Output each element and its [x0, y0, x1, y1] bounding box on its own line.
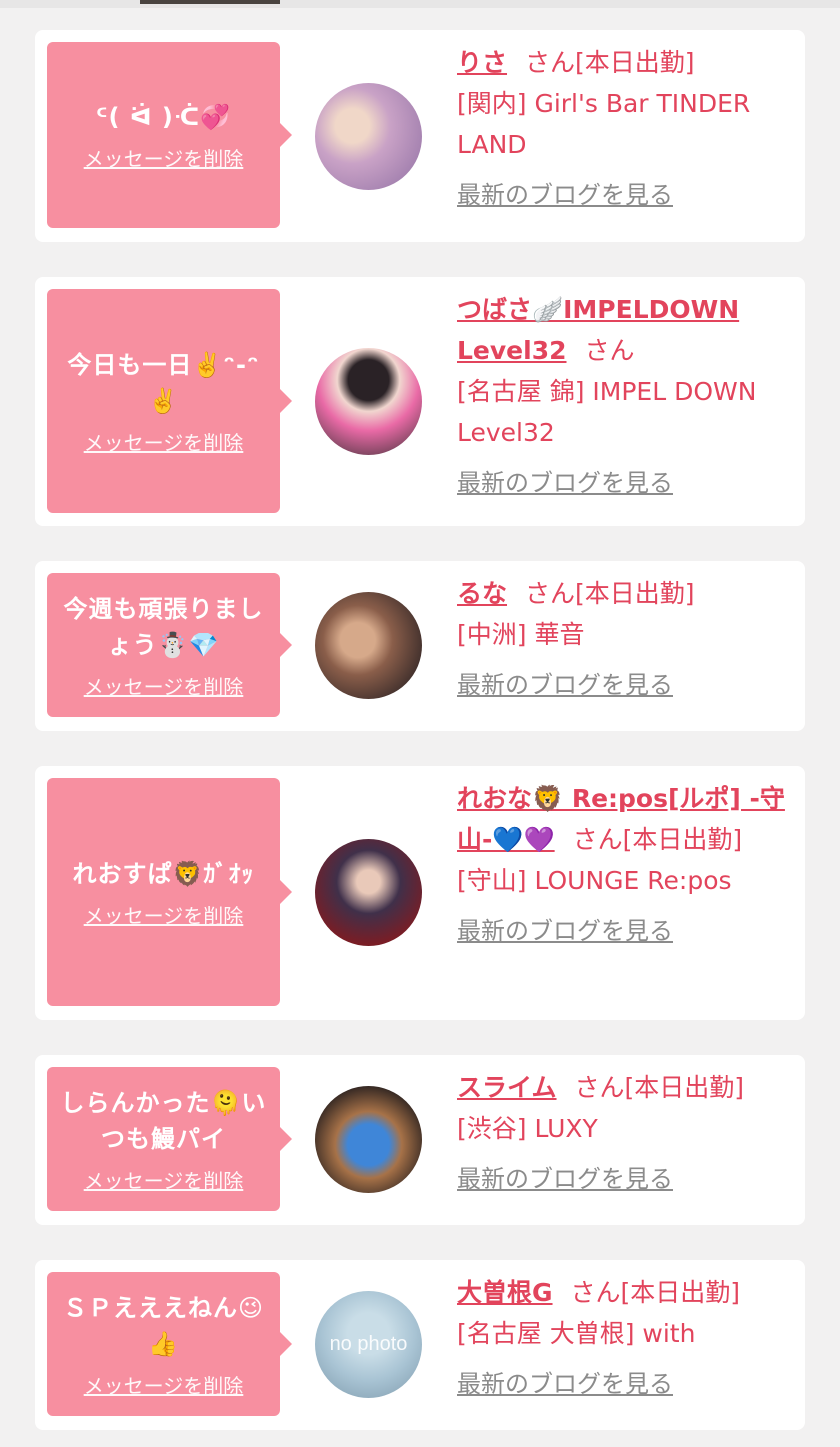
active-tab-indicator: [140, 0, 280, 4]
latest-blog-link[interactable]: 最新のブログを見る: [457, 665, 787, 706]
message-bubble: しらんかった🫠いつも鰻パイ メッセージを削除: [47, 1067, 292, 1211]
message-card: しらんかった🫠いつも鰻パイ メッセージを削除 スライム さん[本日出勤] [渋谷]…: [35, 1055, 805, 1225]
message-text: 今日も一日✌️ᵔ-ᵔ✌️: [67, 350, 260, 415]
message-bubble: れおすぱ🦁ｶﾞｵｯ メッセージを削除: [47, 778, 292, 1006]
avatar[interactable]: [315, 839, 422, 946]
message-card: 今週も頑張りましょう☃️💎 メッセージを削除 るな さん[本日出勤] [中洲] 華…: [35, 561, 805, 731]
message-text: ＳＰえええねん😉👍: [62, 1293, 265, 1358]
honorific-status: さん[本日出勤]: [525, 48, 695, 77]
message-text: ᑦ( ᐛ )ᑣ💞: [95, 102, 232, 131]
profile-info: 大曽根G さん[本日出勤] [名古屋 大曽根] with 最新のブログを見る: [457, 1272, 787, 1405]
avatar[interactable]: no photo: [315, 1291, 422, 1398]
profile-info: るな さん[本日出勤] [中洲] 華音 最新のブログを見る: [457, 573, 787, 706]
shop-location: [渋谷] LUXY: [457, 1114, 598, 1143]
honorific-status: さん[本日出勤]: [572, 825, 743, 854]
shop-location: [守山] LOUNGE Re:pos: [457, 866, 732, 895]
avatar[interactable]: [315, 348, 422, 455]
message-bubble: ᑦ( ᐛ )ᑣ💞 メッセージを削除: [47, 42, 292, 228]
delete-message-link[interactable]: メッセージを削除: [84, 143, 244, 172]
profile-info: りさ さん[本日出勤] [関内] Girl's Bar TINDER LAND 最…: [457, 42, 787, 216]
profile-info: れおな🦁 Re:pos[ルポ] -守山-💙💜 さん[本日出勤] [守山] LOUN…: [457, 778, 787, 952]
shop-location: [名古屋 大曽根] with: [457, 1319, 696, 1348]
avatar[interactable]: [315, 83, 422, 190]
shop-location: [中洲] 華音: [457, 620, 585, 649]
message-card: 今日も一日✌️ᵔ-ᵔ✌️ メッセージを削除 つばさ🪽IMPELDOWN Leve…: [35, 277, 805, 526]
profile-info: スライム さん[本日出勤] [渋谷] LUXY 最新のブログを見る: [457, 1067, 787, 1200]
delete-message-link[interactable]: メッセージを削除: [84, 1165, 244, 1194]
message-card: れおすぱ🦁ｶﾞｵｯ メッセージを削除 れおな🦁 Re:pos[ルポ] -守山-💙…: [35, 766, 805, 1020]
no-photo-label: no photo: [329, 1333, 408, 1355]
delete-message-link[interactable]: メッセージを削除: [84, 900, 244, 929]
message-bubble: ＳＰえええねん😉👍 メッセージを削除: [47, 1272, 292, 1416]
honorific-status: さん[本日出勤]: [574, 1073, 745, 1102]
shop-location: [関内] Girl's Bar TINDER LAND: [457, 89, 751, 159]
delete-message-link[interactable]: メッセージを削除: [84, 1370, 244, 1399]
profile-name-link[interactable]: るな: [457, 579, 507, 608]
profile-name-link[interactable]: りさ: [457, 48, 507, 77]
message-text: 今週も頑張りましょう☃️💎: [63, 594, 264, 659]
message-bubble: 今週も頑張りましょう☃️💎 メッセージを削除: [47, 573, 292, 717]
message-card: ＳＰえええねん😉👍 メッセージを削除 no photo 大曽根G さん[本日出勤]…: [35, 1260, 805, 1430]
shop-location: [名古屋 錦] IMPEL DOWN Level32: [457, 377, 757, 447]
latest-blog-link[interactable]: 最新のブログを見る: [457, 1159, 787, 1200]
avatar[interactable]: [315, 1086, 422, 1193]
message-text: れおすぱ🦁ｶﾞｵｯ: [72, 859, 255, 888]
latest-blog-link[interactable]: 最新のブログを見る: [457, 911, 787, 952]
avatar[interactable]: [315, 592, 422, 699]
latest-blog-link[interactable]: 最新のブログを見る: [457, 463, 787, 504]
message-text: しらんかった🫠いつも鰻パイ: [60, 1088, 267, 1153]
profile-name-link[interactable]: スライム: [457, 1073, 557, 1102]
honorific-status: さん: [584, 336, 635, 365]
honorific-status: さん[本日出勤]: [525, 579, 695, 608]
latest-blog-link[interactable]: 最新のブログを見る: [457, 1364, 787, 1405]
profile-name-link[interactable]: 大曽根G: [457, 1278, 553, 1307]
message-card: ᑦ( ᐛ )ᑣ💞 メッセージを削除 りさ さん[本日出勤] [関内] Girl's…: [35, 30, 805, 242]
honorific-status: さん[本日出勤]: [570, 1278, 741, 1307]
message-bubble: 今日も一日✌️ᵔ-ᵔ✌️ メッセージを削除: [47, 289, 292, 513]
latest-blog-link[interactable]: 最新のブログを見る: [457, 175, 787, 216]
delete-message-link[interactable]: メッセージを削除: [84, 671, 244, 700]
top-tab-bar: [0, 0, 840, 8]
profile-info: つばさ🪽IMPELDOWN Level32 さん [名古屋 錦] IMPEL DO…: [457, 289, 787, 504]
delete-message-link[interactable]: メッセージを削除: [84, 427, 244, 456]
